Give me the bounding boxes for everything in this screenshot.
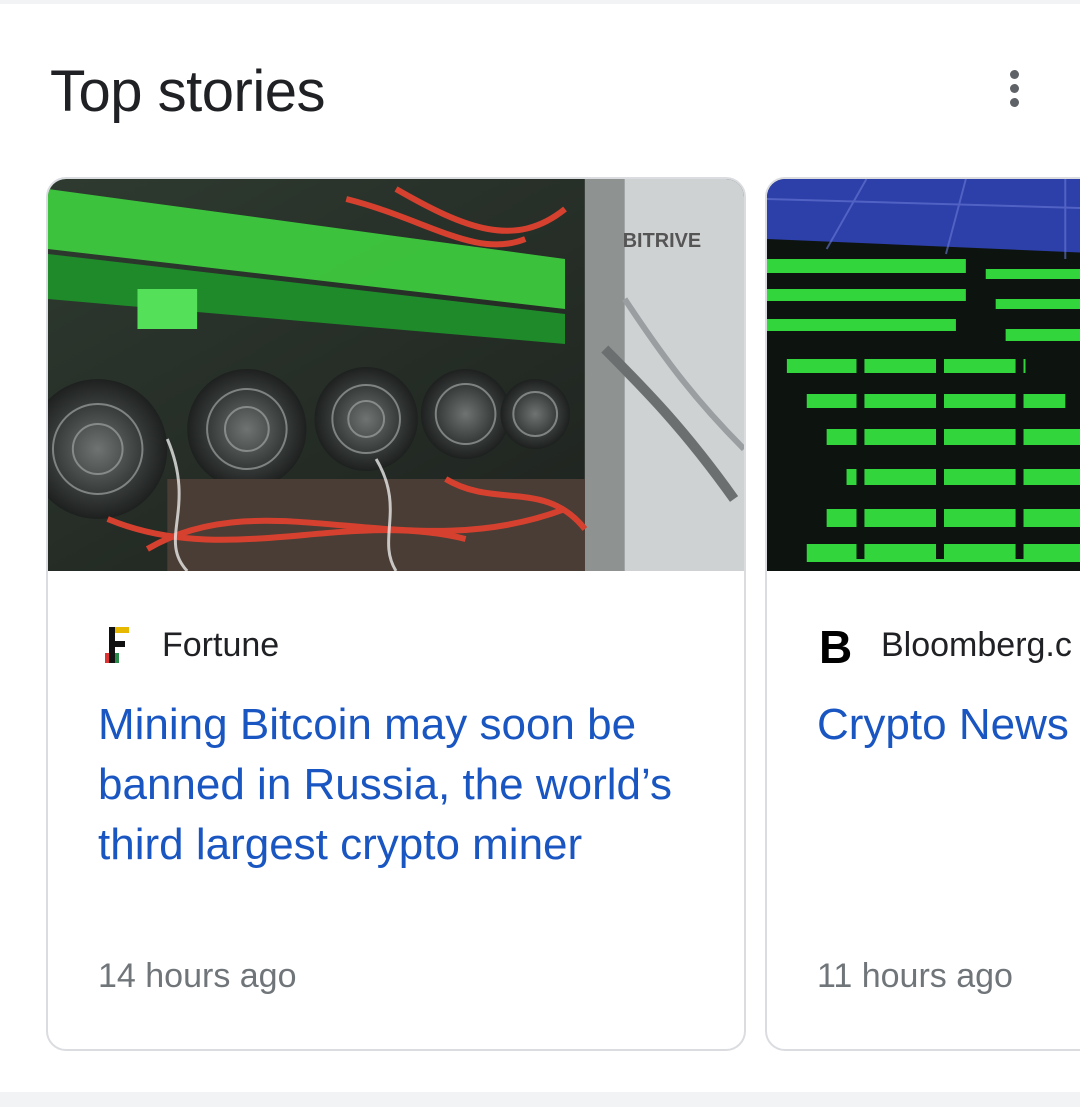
story-thumbnail: BITRIVE xyxy=(48,179,744,571)
top-stories-panel: Top stories BITRIVE Fortune Mining Bitco… xyxy=(0,4,1080,1092)
story-timestamp: 11 hours ago xyxy=(817,957,1013,995)
source-name: Fortune xyxy=(162,625,280,664)
svg-text:B: B xyxy=(819,623,852,667)
story-source: Fortune xyxy=(98,623,279,667)
more-options-button[interactable] xyxy=(990,62,1038,114)
section-title: Top stories xyxy=(50,59,325,124)
story-headline[interactable]: Crypto News Proposes Cr Crackdown xyxy=(817,695,1080,755)
bloomberg-logo-icon: B xyxy=(817,623,857,667)
bitrive-logo: BITRIVE xyxy=(623,230,701,252)
more-vert-icon xyxy=(1009,97,1019,107)
story-timestamp: 14 hours ago xyxy=(98,957,297,995)
source-name: Bloomberg.c xyxy=(881,625,1072,664)
story-card[interactable]: BITRIVE Fortune Mining Bitcoin may soon … xyxy=(46,177,746,1051)
fortune-logo-icon xyxy=(98,623,138,667)
story-thumbnail xyxy=(767,179,1080,571)
story-headline[interactable]: Mining Bitcoin may soon be banned in Rus… xyxy=(98,695,708,875)
more-vert-icon xyxy=(1009,83,1019,93)
story-card[interactable]: B Bloomberg.c Crypto News Proposes Cr Cr… xyxy=(765,177,1080,1051)
story-source: B Bloomberg.c xyxy=(817,623,1072,667)
more-vert-icon xyxy=(1009,69,1019,79)
